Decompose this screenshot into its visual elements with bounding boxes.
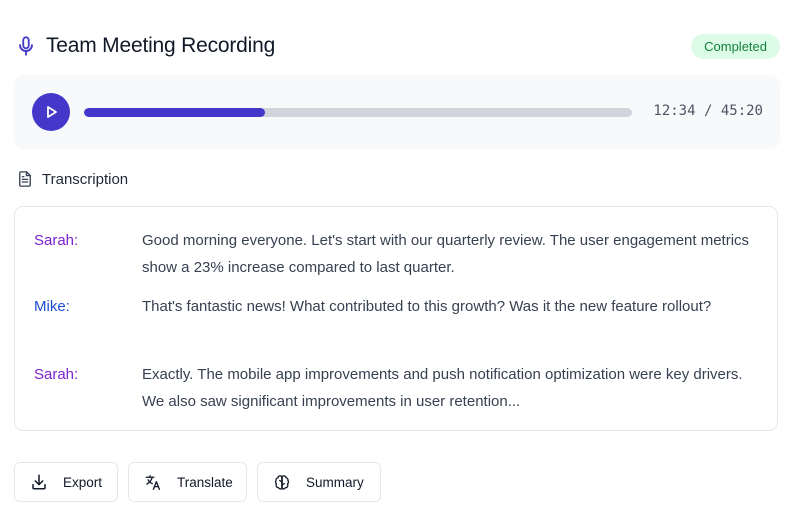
progress-bar[interactable] bbox=[84, 108, 632, 117]
speaker-label: Sarah: bbox=[34, 232, 79, 249]
transcript-text: Exactly. The mobile app improvements and… bbox=[142, 366, 743, 410]
play-icon bbox=[43, 104, 59, 120]
transcription-heading: Transcription bbox=[16, 170, 128, 188]
translate-button[interactable]: Translate bbox=[128, 462, 247, 502]
brain-icon bbox=[273, 473, 291, 491]
download-icon bbox=[30, 473, 48, 491]
section-title: Transcription bbox=[42, 170, 129, 188]
summary-button[interactable]: Summary bbox=[257, 462, 381, 502]
current-time: 12:34 bbox=[653, 103, 696, 119]
document-icon bbox=[16, 170, 34, 188]
header: Team Meeting Recording Completed bbox=[14, 28, 780, 64]
export-button[interactable]: Export bbox=[14, 462, 118, 502]
page-title: Team Meeting Recording bbox=[46, 34, 276, 57]
transcript-text: Good morning everyone. Let's start with … bbox=[142, 232, 750, 276]
time-separator: / bbox=[695, 103, 721, 119]
transcript-entry: Sarah: Good morning everyone. Let's star… bbox=[34, 227, 757, 281]
transcript-entry: Sarah: Exactly. The mobile app improveme… bbox=[34, 361, 757, 415]
export-label: Export bbox=[63, 474, 103, 490]
speaker-label: Sarah: bbox=[34, 366, 79, 383]
transcript-entry: Mike: That's fantastic news! What contri… bbox=[34, 293, 757, 320]
audio-player: 12:34 / 45:20 bbox=[14, 75, 780, 149]
transcript-text: That's fantastic news! What contributed … bbox=[142, 298, 712, 315]
translate-icon bbox=[144, 473, 162, 491]
recording-panel: Team Meeting Recording Completed 12:34 /… bbox=[0, 0, 800, 527]
progress-fill bbox=[84, 108, 265, 117]
action-bar: Export Translate Summary bbox=[14, 462, 381, 502]
status-badge: Completed bbox=[691, 33, 780, 59]
total-time: 45:20 bbox=[720, 103, 763, 119]
summary-label: Summary bbox=[306, 474, 364, 490]
speaker-label: Mike: bbox=[34, 298, 70, 315]
time-display: 12:34 / 45:20 bbox=[653, 103, 763, 119]
microphone-icon bbox=[14, 34, 38, 58]
translate-label: Translate bbox=[177, 474, 233, 490]
transcript-panel: Sarah: Good morning everyone. Let's star… bbox=[14, 206, 778, 431]
play-button[interactable] bbox=[32, 93, 70, 131]
